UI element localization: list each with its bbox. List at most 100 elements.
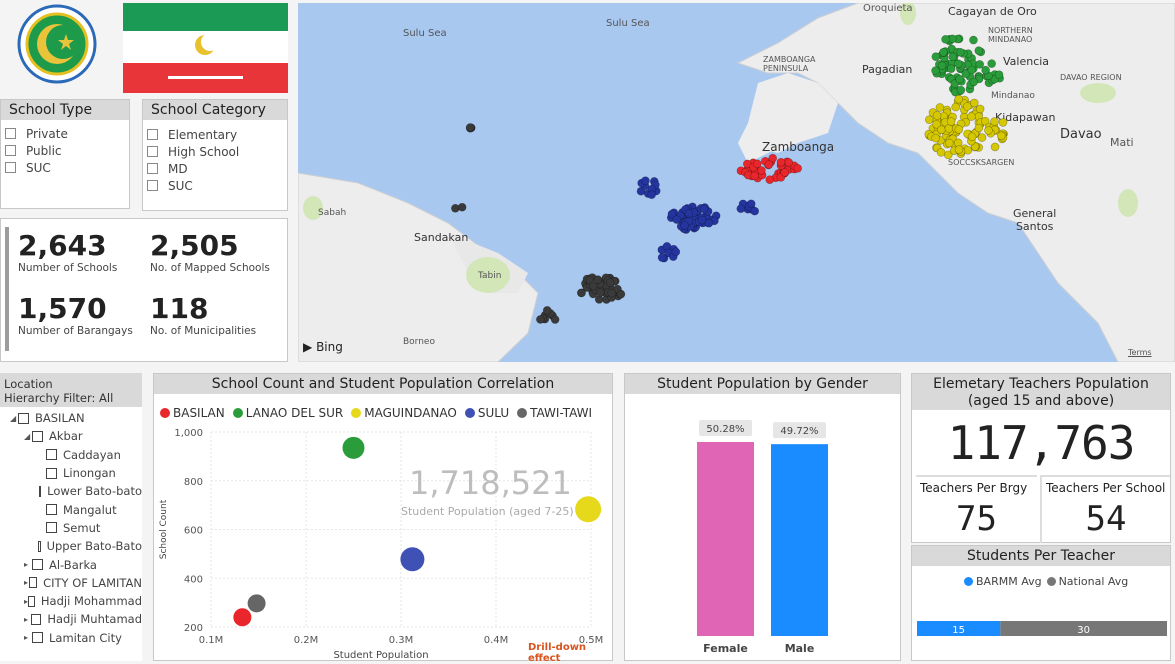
school-point[interactable] — [736, 204, 746, 213]
school-point[interactable] — [935, 103, 945, 112]
checkbox-icon[interactable] — [5, 128, 16, 139]
school-point[interactable] — [954, 59, 963, 69]
school-point[interactable] — [974, 123, 984, 133]
school-point[interactable] — [951, 102, 960, 112]
school-point[interactable] — [967, 65, 977, 75]
school-point[interactable] — [969, 35, 978, 45]
hierarchy-item-lower-bato-bato[interactable]: Lower Bato-bato — [0, 482, 142, 500]
hierarchy-item-semut[interactable]: Semut — [0, 519, 142, 537]
school-point[interactable] — [956, 85, 966, 95]
school-type-option-private[interactable]: Private — [1, 125, 129, 142]
school-point[interactable] — [975, 104, 985, 114]
legend-item-sulu[interactable]: SULU — [464, 406, 509, 420]
school-point[interactable] — [954, 145, 964, 154]
school-point[interactable] — [967, 112, 976, 121]
school-point[interactable] — [750, 171, 759, 181]
school-point[interactable] — [974, 46, 984, 55]
school-point[interactable] — [793, 163, 802, 173]
school-point[interactable] — [932, 111, 942, 120]
school-category-option-elementary[interactable]: Elementary — [143, 126, 287, 143]
school-point[interactable] — [536, 315, 545, 324]
school-point[interactable] — [990, 142, 1000, 152]
gender-bar-female[interactable] — [697, 442, 754, 636]
scatter-point-maguindanao[interactable] — [575, 496, 602, 523]
hierarchy-item-city-of-lamitan[interactable]: ▸ CITY OF LAMITAN — [0, 574, 142, 592]
hierarchy-item-lamitan-city[interactable]: ▸ Lamitan City — [0, 629, 142, 647]
school-point[interactable] — [975, 60, 985, 69]
checkbox-icon[interactable] — [5, 145, 16, 156]
school-type-option-public[interactable]: Public — [1, 142, 129, 159]
scatter-plot[interactable]: 2004006008001,0000.1M 0.2M 0.3M 0.4M 0.5MStu… — [154, 422, 614, 662]
school-point[interactable] — [607, 288, 616, 298]
school-point[interactable] — [987, 59, 996, 68]
legend-item-lanao-del-sur[interactable]: LANAO DEL SUR — [232, 406, 343, 420]
legend-item-tawi-tawi[interactable]: TAWI-TAWI — [517, 406, 592, 420]
school-point[interactable] — [684, 209, 694, 218]
scatter-point-basilan[interactable] — [233, 608, 252, 627]
checkbox-icon[interactable] — [38, 485, 42, 497]
hierarchy-item-basilan[interactable]: ◢ BASILAN — [0, 409, 142, 427]
school-point[interactable] — [969, 98, 979, 108]
school-point[interactable] — [969, 77, 979, 87]
school-map[interactable]: Sulu Sea Sulu Sea Oroquieta Cagayan de O… — [298, 3, 1175, 362]
checkbox-icon[interactable] — [147, 146, 158, 157]
school-point[interactable] — [984, 126, 993, 135]
checkbox-icon[interactable] — [147, 129, 158, 140]
school-point[interactable] — [994, 70, 1004, 80]
school-point[interactable] — [457, 202, 467, 212]
legend-item-maguindanao[interactable]: MAGUINDANAO — [351, 406, 457, 420]
school-point[interactable] — [997, 131, 1006, 141]
school-point[interactable] — [937, 125, 946, 135]
checkbox-icon[interactable] — [32, 632, 43, 644]
school-type-option-suc[interactable]: SUC — [1, 159, 129, 176]
school-point[interactable] — [764, 160, 774, 169]
school-point[interactable] — [704, 218, 714, 228]
hierarchy-item-upper-bato-bato[interactable]: Upper Bato-Bato — [0, 537, 142, 555]
school-point[interactable] — [944, 138, 954, 148]
expand-icon[interactable]: ▸ — [24, 615, 31, 624]
gender-bar-chart[interactable]: 50.28% Female 49.72% Male — [625, 394, 902, 662]
hierarchy-item-akbar[interactable]: ◢ Akbar — [0, 427, 142, 445]
school-point[interactable] — [954, 94, 964, 104]
school-point[interactable] — [550, 315, 560, 324]
gender-bar-male[interactable] — [771, 444, 828, 636]
school-point[interactable] — [931, 52, 941, 61]
school-point[interactable] — [946, 117, 956, 126]
school-point[interactable] — [977, 133, 987, 142]
checkbox-icon[interactable] — [32, 430, 43, 442]
school-point[interactable] — [780, 168, 790, 177]
hierarchy-item-hadji-mohammad[interactable]: ▸ Hadji Mohammad — [0, 592, 142, 610]
checkbox-icon[interactable] — [46, 522, 57, 534]
expand-icon[interactable]: ▸ — [24, 560, 32, 569]
scatter-point-tawi-tawi[interactable] — [247, 594, 266, 613]
checkbox-icon[interactable] — [147, 180, 158, 191]
school-point[interactable] — [931, 66, 940, 75]
school-point[interactable] — [776, 157, 786, 167]
collapse-icon[interactable]: ◢ — [10, 414, 18, 423]
checkbox-icon[interactable] — [31, 613, 42, 625]
school-point[interactable] — [956, 47, 965, 57]
school-point[interactable] — [998, 118, 1008, 127]
spt-bar[interactable]: 15 30 — [912, 616, 1170, 646]
hierarchy-item-caddayan[interactable]: Caddayan — [0, 446, 142, 464]
checkbox-icon[interactable] — [18, 412, 29, 424]
school-point[interactable] — [680, 221, 689, 230]
school-point[interactable] — [948, 52, 958, 62]
school-point[interactable] — [746, 199, 756, 209]
school-point[interactable] — [990, 117, 999, 126]
checkbox-icon[interactable] — [147, 163, 158, 174]
school-point[interactable] — [672, 215, 682, 224]
hierarchy-item-hadji-muhtamad[interactable]: ▸ Hadji Muhtamad — [0, 610, 142, 628]
school-point[interactable] — [946, 64, 956, 73]
school-point[interactable] — [593, 275, 603, 284]
school-point[interactable] — [937, 61, 947, 70]
checkbox-icon[interactable] — [28, 595, 35, 607]
school-point[interactable] — [465, 123, 475, 132]
hierarchy-item-linongan[interactable]: Linongan — [0, 464, 142, 482]
school-category-option-high-school[interactable]: High School — [143, 143, 287, 160]
school-point[interactable] — [616, 289, 626, 299]
scatter-point-sulu[interactable] — [400, 547, 425, 572]
school-point[interactable] — [936, 148, 946, 157]
school-point[interactable] — [596, 288, 605, 297]
school-point[interactable] — [925, 115, 934, 124]
